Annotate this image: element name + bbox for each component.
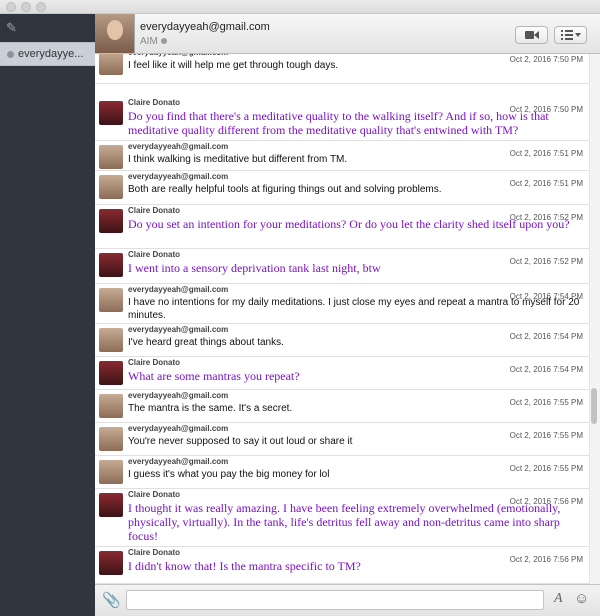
sidebar-item-label: everydayye... [18,48,84,60]
message-sender: everydayyeah@gmail.com [128,424,229,433]
message-sender: everydayyeah@gmail.com [128,285,229,294]
message-text: I feel like it will help me get through … [128,60,339,71]
message-sender: Claire Donato [128,98,181,107]
message-avatar [99,145,123,169]
message-avatar [99,253,123,277]
message-sender: Claire Donato [128,490,181,499]
message-avatar [99,493,123,517]
list-menu-icon [560,30,581,40]
message-avatar [99,328,123,352]
message-row: Claire Donato Oct 2, 2016 7:52 PM Do you s… [95,205,589,249]
video-camera-icon [524,31,539,39]
message-avatar [99,209,123,233]
paperclip-icon[interactable]: 📎 [102,591,121,609]
message-sender: Claire Donato [128,358,181,367]
message-row: everydayyeah@gmail.com Oct 2, 2016 7:54 P… [95,284,589,324]
scrollbar-track[interactable] [589,54,600,584]
contact-avatar [95,14,135,53]
message-sender: Claire Donato [128,250,181,259]
scrollbar-thumb[interactable] [591,388,597,424]
close-window-button[interactable] [6,2,16,12]
conversation-sidebar: ✎ everydayye... [0,14,95,616]
message-avatar [99,551,123,575]
message-row: everydayyeah@gmail.com Oct 2, 2016 7:55 P… [95,456,589,489]
message-sender: everydayyeah@gmail.com [128,54,228,57]
message-text: Do you find that there's a meditative qu… [128,109,549,137]
message-input[interactable] [126,590,544,610]
message-sender: Claire Donato [128,206,181,215]
status-dot-icon [7,51,14,58]
message-text: I thought it was really amazing. I have … [128,501,561,543]
message-sender: everydayyeah@gmail.com [128,142,229,151]
message-row: Claire Donato Oct 2, 2016 7:50 PM Do you f… [95,97,589,141]
message-sender: Claire Donato [128,548,181,557]
messages-window: ✎ everydayye... everydayyeah@gmail.com A… [0,0,600,616]
presence-dot-icon [160,38,167,44]
service-name: AIM [140,36,158,47]
message-text: Do you set an intention for your meditat… [128,217,570,231]
message-row: everydayyeah@gmail.comOct 2, 2016 7:50 P… [95,54,589,84]
message-row: Claire Donato Oct 2, 2016 7:56 PM I though… [95,489,589,547]
zoom-window-button[interactable] [36,2,46,12]
details-menu-button[interactable] [554,26,587,44]
title-bar [0,0,600,14]
message-row: Claire Donato Oct 2, 2016 7:56 PM I didn't… [95,547,589,584]
message-row: everydayyeah@gmail.com Oct 2, 2016 7:55 P… [95,390,589,423]
message-avatar [99,460,123,484]
message-text: I have no intentions for my daily medita… [128,297,580,321]
message-avatar [99,288,123,312]
message-text: I've heard great things about tanks. [128,337,284,348]
message-text: I think walking is meditative but differ… [128,154,348,165]
message-row: everydayyeah@gmail.com Oct 2, 2016 7:51 P… [95,141,589,171]
message-text: I went into a sensory deprivation tank l… [128,261,381,275]
message-text: I didn't know that! Is the mantra specif… [128,559,361,573]
contact-name: everydayyeah@gmail.com [140,21,270,33]
message-row: everydayyeah@gmail.com Oct 2, 2016 7:54 P… [95,324,589,357]
message-sender: everydayyeah@gmail.com [128,325,229,334]
service-label: AIM [140,36,167,47]
message-avatar [99,54,123,75]
message-text: Both are really helpful tools at figurin… [128,184,442,195]
compose-icon[interactable]: ✎ [6,21,20,35]
message-row: Claire Donato Oct 2, 2016 7:54 PM What are… [95,357,589,390]
message-text: You're never supposed to say it out loud… [128,436,353,447]
smiley-icon[interactable]: ☺ [574,590,589,607]
sidebar-item-conversation[interactable]: everydayye... [0,42,95,66]
message-avatar [99,394,123,418]
message-sender: everydayyeah@gmail.com [128,391,229,400]
message-avatar [99,101,123,125]
message-sender: everydayyeah@gmail.com [128,457,229,466]
message-avatar [99,427,123,451]
message-text: What are some mantras you repeat? [128,369,300,383]
message-row: everydayyeah@gmail.com Oct 2, 2016 7:55 P… [95,423,589,456]
message-transcript[interactable]: everydayyeah@gmail.comOct 2, 2016 7:50 P… [95,54,589,584]
message-row: everydayyeah@gmail.com Oct 2, 2016 7:51 P… [95,171,589,205]
composer-bar: 📎 A ☺ [95,584,600,616]
video-call-button[interactable] [515,26,548,44]
message-sender: everydayyeah@gmail.com [128,172,229,181]
font-button[interactable]: A [554,591,563,607]
message-avatar [99,361,123,385]
minimize-window-button[interactable] [21,2,31,12]
message-text: I guess it's what you pay the big money … [128,469,330,480]
message-row: Claire Donato Oct 2, 2016 7:52 PM I went i… [95,249,589,284]
message-avatar [99,175,123,199]
conversation-header: everydayyeah@gmail.com AIM [95,14,600,54]
message-text: The mantra is the same. It's a secret. [128,403,293,414]
